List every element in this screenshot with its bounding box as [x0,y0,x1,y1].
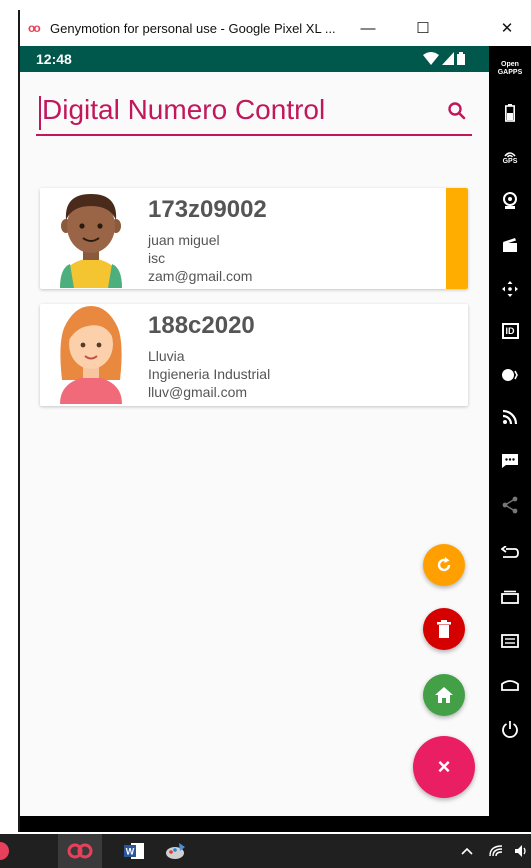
menu-tool-button[interactable] [489,626,531,656]
media-tool-button[interactable] [489,360,531,390]
capture-tool-button[interactable] [489,230,531,260]
genymotion-logo-icon: oo [28,21,41,35]
delete-fab-button[interactable] [423,608,465,650]
cast-tool-button[interactable] [489,402,531,432]
student-email: lluv@gmail.com [148,384,248,400]
search-input[interactable]: Digital Numero Control [42,94,325,126]
home-tool-button[interactable] [489,670,531,700]
home-fab-button[interactable] [423,674,465,716]
windows-taskbar: W [0,834,531,868]
status-time: 12:48 [36,51,72,67]
student-code: 173z09002 [148,196,267,223]
text-cursor [39,96,41,130]
taskbar-word-button[interactable]: W [112,834,156,868]
svg-text:W: W [126,847,135,857]
window-titlebar[interactable]: oo Genymotion for personal use - Google … [20,10,531,46]
home-icon [435,687,453,703]
maximize-button[interactable]: ☐ [401,10,445,46]
rss-icon [502,409,518,425]
tray-network-button[interactable] [484,834,508,868]
sms-tool-button[interactable] [489,446,531,476]
student-code: 188c2020 [148,312,255,339]
student-name: Lluvia [148,348,185,364]
word-icon: W [124,843,144,859]
refresh-icon [437,557,451,572]
share-tool-button[interactable] [489,490,531,520]
android-nav-area [20,816,489,832]
student-email: zam@gmail.com [148,268,253,284]
tray-chevron-button[interactable] [452,834,482,868]
power-tool-button[interactable] [489,714,531,744]
chat-icon [502,454,518,468]
close-icon: × [437,754,451,779]
main-fab-button[interactable]: × [413,736,475,798]
media-icon [502,369,518,381]
genymotion-icon [67,843,93,859]
window-title: Genymotion for personal use - Google Pix… [50,20,336,36]
girl-avatar-icon [60,306,122,404]
student-career: Ingieneria Industrial [148,366,271,382]
device-id-tool-button[interactable]: ID [489,316,531,346]
menu-icon [501,634,519,648]
recents-tool-button[interactable] [489,582,531,612]
taskbar-paint-button[interactable] [154,834,198,868]
search-icon[interactable] [446,100,468,122]
camera-tool-button[interactable] [489,186,531,216]
search-bar[interactable]: Digital Numero Control [36,90,472,136]
move-arrows-icon [502,281,518,297]
wifi-tray-icon [489,845,503,857]
selected-indicator [446,188,468,289]
gps-signal-icon [504,152,516,158]
genymotion-toolbar: Open GAPPS GPS ID [489,46,531,832]
app-icon [0,842,9,860]
open-gapps-label: Open GAPPS [497,61,523,76]
signal-icon [442,52,454,65]
speaker-icon [515,845,526,857]
back-tool-button[interactable] [489,538,531,568]
desktop: oo Genymotion for personal use - Google … [0,0,531,868]
paint-icon [166,843,185,859]
webcam-icon [503,192,517,209]
status-icons [423,52,465,65]
gps-label: GPS [502,158,518,165]
open-gapps-button[interactable]: Open GAPPS [489,54,531,84]
battery-icon [457,52,465,65]
android-status-bar: 12:48 [20,46,489,72]
student-card[interactable]: 188c2020 Lluvia Ingieneria Industrial ll… [40,304,468,406]
clapperboard-icon [503,238,517,252]
trash-icon [437,620,451,638]
app-screen: Digital Numero Control 173z09002 juan mi… [20,72,489,816]
taskbar-genymotion-button[interactable] [58,834,102,868]
chevron-up-icon [461,847,473,855]
close-button[interactable]: ✕ [485,10,529,46]
student-card[interactable]: 173z09002 juan miguel isc zam@gmail.com [40,188,468,289]
share-icon [502,496,518,514]
battery-tool-button[interactable] [489,98,531,128]
minimize-button[interactable]: — [346,10,390,46]
refresh-fab-button[interactable] [423,544,465,586]
student-career: isc [148,250,166,266]
student-name: juan miguel [148,232,220,248]
wifi-icon [423,52,439,65]
tray-volume-button[interactable] [510,834,531,868]
dpad-tool-button[interactable] [489,274,531,304]
boy-avatar-icon [60,194,122,288]
taskbar-app-partial[interactable] [0,834,22,868]
id-label: ID [501,323,519,339]
power-icon [502,721,518,738]
recent-apps-icon [501,590,519,604]
home-outline-icon [501,680,519,691]
gps-tool-button[interactable]: GPS [489,142,531,172]
battery-icon [505,104,515,122]
back-icon [501,546,519,558]
